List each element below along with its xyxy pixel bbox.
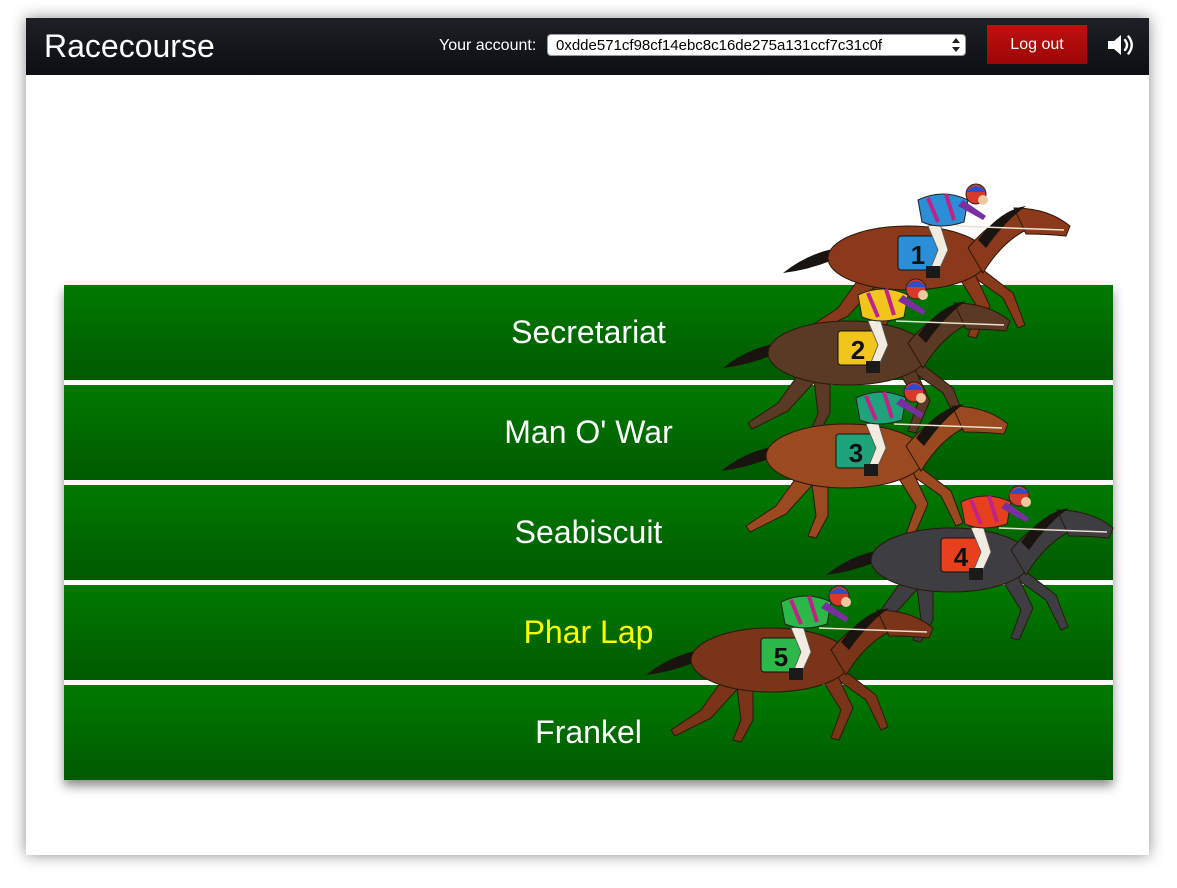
horse-number: 2 <box>851 335 865 365</box>
select-arrows-icon <box>952 38 960 52</box>
lane-1-name: Secretariat <box>511 314 666 350</box>
lane-4-name: Phar Lap <box>523 614 654 650</box>
speaker-volume-icon[interactable] <box>1106 32 1136 58</box>
horse-number: 3 <box>849 438 863 468</box>
account-select[interactable]: 0xdde571cf98cf14ebc8c16de275a131ccf7c31c… <box>547 34 966 56</box>
logout-button[interactable]: Log out <box>987 25 1087 64</box>
horse-number: 1 <box>911 240 925 270</box>
app-window: Racecourse Your account: 0xdde571cf98cf1… <box>26 18 1149 855</box>
lane-3-name: Seabiscuit <box>514 514 663 550</box>
lane-5-name: Frankel <box>535 714 642 750</box>
lane-2-name: Man O' War <box>504 414 673 450</box>
lane-5: Frankel <box>64 685 1113 780</box>
horse-5: 5 <box>646 585 934 743</box>
app-title: Racecourse <box>44 28 215 64</box>
horse-number: 4 <box>954 542 969 572</box>
account-select-value: 0xdde571cf98cf14ebc8c16de275a131ccf7c31c… <box>556 37 883 54</box>
top-navbar: Racecourse Your account: 0xdde571cf98cf1… <box>26 18 1149 75</box>
horse-number: 5 <box>774 642 788 672</box>
account-label: Your account: <box>439 37 537 54</box>
